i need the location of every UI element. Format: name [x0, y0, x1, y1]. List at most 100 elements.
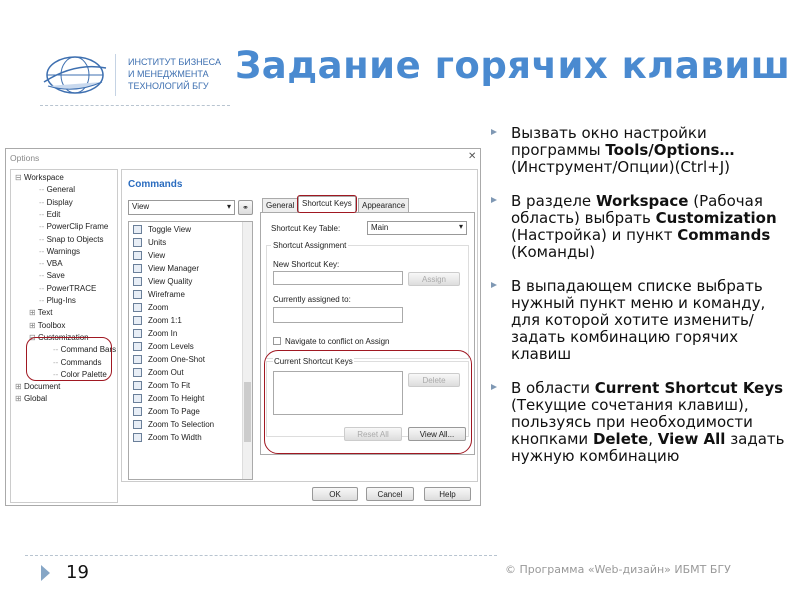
- command-item[interactable]: Wireframe: [133, 290, 185, 300]
- footer-copyright: © Программа «Web-дизайн» ИБМТ БГУ: [505, 563, 731, 576]
- tree-item-label: Snap to Objects: [46, 234, 104, 244]
- expand-icon[interactable]: ⊞: [29, 308, 38, 317]
- tree-connector: --: [39, 283, 47, 293]
- command-label: Zoom To Fit: [148, 381, 191, 390]
- bullet-text: (Инструмент/Опции)(Ctrl+J): [511, 158, 730, 176]
- tree-item[interactable]: ⊞ Global: [15, 394, 47, 403]
- scrollbar-thumb[interactable]: [244, 382, 251, 442]
- tree-connector: --: [39, 209, 47, 219]
- tree-item[interactable]: ⊞ Toolbox: [29, 321, 65, 330]
- tree-item[interactable]: -- PowerTRACE: [39, 284, 96, 293]
- close-icon[interactable]: ✕: [468, 151, 476, 162]
- command-item[interactable]: Zoom To Page: [133, 407, 200, 417]
- cancel-button[interactable]: Cancel: [366, 487, 414, 501]
- bullet-bold-text: Tools/Options…: [605, 141, 735, 159]
- bullet-bold-text: Commands: [677, 226, 771, 244]
- command-icon: [133, 303, 142, 313]
- tree-item[interactable]: -- Save: [39, 271, 65, 280]
- tree-connector: --: [39, 197, 47, 207]
- command-label: View: [148, 251, 166, 260]
- scrollbar[interactable]: [242, 222, 252, 479]
- logo-line: ТЕХНОЛОГИЙ БГУ: [128, 81, 209, 91]
- dialog-title: Options: [10, 153, 40, 163]
- tab-general[interactable]: General: [262, 198, 299, 212]
- tree-item[interactable]: ⊞ Text: [29, 308, 52, 317]
- command-item[interactable]: Zoom Levels: [133, 342, 194, 352]
- tree-item[interactable]: -- Warnings: [39, 247, 80, 256]
- bullet-text: (Команды): [511, 243, 596, 261]
- tree-item[interactable]: -- VBA: [39, 259, 63, 268]
- expand-icon[interactable]: ⊞: [15, 394, 24, 403]
- command-item[interactable]: Zoom To Selection: [133, 420, 214, 430]
- bullet-item: В разделе Workspace (Рабочая область) вы…: [487, 193, 797, 261]
- tab-appearance[interactable]: Appearance: [358, 198, 410, 212]
- tree-item-label: Save: [46, 271, 65, 281]
- tree-item[interactable]: -- General: [39, 185, 75, 194]
- command-icon: [133, 342, 142, 352]
- command-label: Zoom: [148, 303, 169, 312]
- tree-item[interactable]: -- Edit: [39, 210, 60, 219]
- command-item[interactable]: View Quality: [133, 277, 193, 287]
- command-icon: [133, 329, 142, 339]
- shortcut-table-select[interactable]: Main ▾: [367, 221, 467, 235]
- tree-item[interactable]: ⊟ Workspace: [15, 173, 64, 182]
- bullet-bold-text: Workspace: [595, 192, 689, 210]
- tree-item[interactable]: -- PowerClip Frame: [39, 222, 108, 231]
- navigate-label: Navigate to conflict on Assign: [285, 337, 390, 346]
- bullet-text: (Настройка) и пункт: [511, 226, 678, 244]
- find-button[interactable]: ⚭: [238, 200, 253, 215]
- bullet-text: В области: [511, 379, 595, 397]
- chevron-down-icon: ▾: [458, 222, 463, 231]
- tree-connector: --: [39, 222, 47, 232]
- command-item[interactable]: Zoom: [133, 303, 169, 313]
- bullet-item: В выпадающем списке выбрать нужный пункт…: [487, 278, 797, 363]
- help-button[interactable]: Help: [424, 487, 471, 501]
- command-item[interactable]: View Manager: [133, 264, 199, 274]
- expand-icon[interactable]: ⊞: [29, 321, 38, 330]
- slide-title: Задание горячих клавиш: [235, 44, 791, 87]
- command-label: Zoom To Page: [148, 407, 200, 416]
- triangle-arrow-icon: [41, 565, 50, 581]
- assign-button[interactable]: Assign: [408, 272, 460, 286]
- logo-line: И МЕНЕДЖМЕНТА: [128, 69, 209, 79]
- command-label: View Manager: [148, 264, 199, 273]
- collapse-icon[interactable]: ⊟: [15, 173, 24, 182]
- tab-label: Appearance: [362, 201, 406, 210]
- ok-button[interactable]: OK: [312, 487, 358, 501]
- command-item[interactable]: Zoom 1:1: [133, 316, 182, 326]
- tree-item-label: Document: [23, 382, 61, 392]
- command-item[interactable]: View: [133, 251, 166, 261]
- command-item[interactable]: Zoom To Height: [133, 394, 204, 404]
- tree-item[interactable]: -- Plug-Ins: [39, 296, 76, 305]
- tree-item-label: Global: [23, 394, 48, 404]
- expand-icon[interactable]: ⊞: [15, 382, 24, 391]
- category-select-value: View: [132, 202, 150, 211]
- command-item[interactable]: Toggle View: [133, 225, 191, 235]
- tree-item[interactable]: -- Snap to Objects: [39, 235, 103, 244]
- command-item[interactable]: Units: [133, 238, 166, 248]
- commands-list[interactable]: Toggle View Units View View Manager View Qua…: [128, 221, 253, 480]
- command-item[interactable]: Zoom To Width: [133, 433, 202, 443]
- command-item[interactable]: Zoom To Fit: [133, 381, 191, 391]
- logo-globe-icon: [43, 56, 107, 94]
- logo-line: ИНСТИТУТ БИЗНЕСА: [128, 57, 221, 67]
- command-icon: [133, 264, 142, 274]
- tree-item-label: Edit: [46, 209, 61, 219]
- tree-item[interactable]: ⊞ Document: [15, 382, 60, 391]
- command-label: View Quality: [148, 277, 193, 286]
- category-select[interactable]: View ▾: [128, 200, 235, 215]
- tree-item[interactable]: -- Display: [39, 198, 73, 207]
- new-shortcut-key-input[interactable]: [273, 271, 403, 285]
- command-item[interactable]: Zoom In: [133, 329, 177, 339]
- navigate-checkbox[interactable]: [273, 337, 281, 345]
- customization-highlight: [26, 337, 112, 381]
- tree-item-label: Warnings: [46, 246, 81, 256]
- new-key-label: New Shortcut Key:: [273, 260, 340, 269]
- command-item[interactable]: Zoom One-Shot: [133, 355, 205, 365]
- command-icon: [133, 251, 142, 261]
- command-item[interactable]: Zoom Out: [133, 368, 184, 378]
- tab-highlight: [297, 195, 357, 213]
- tree-item-label: PowerClip Frame: [46, 222, 109, 232]
- chevron-down-icon: ▾: [226, 202, 231, 211]
- command-label: Zoom Out: [148, 368, 184, 377]
